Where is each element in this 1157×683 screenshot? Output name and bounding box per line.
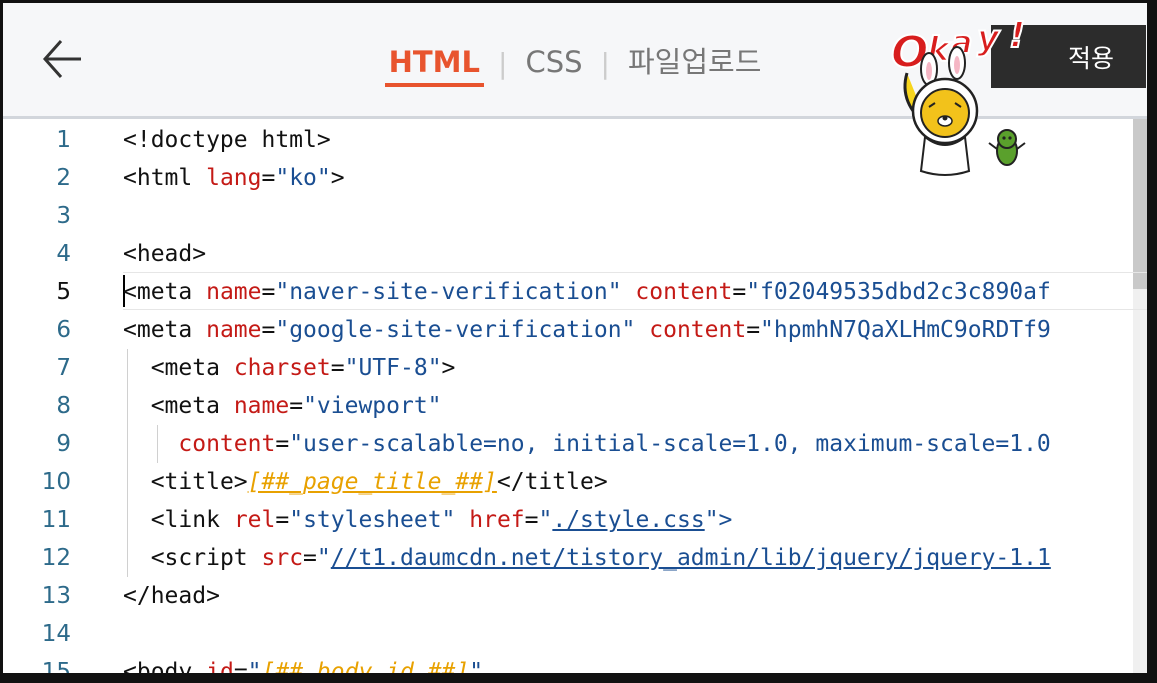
attr-token: id <box>206 659 234 683</box>
code-line-2: <html lang="ko"> <box>123 165 345 191</box>
attr-token: href <box>469 507 525 533</box>
line-number: 7 <box>56 355 71 381</box>
tag-token: > <box>330 165 345 191</box>
code-line-4: <head> <box>123 235 206 273</box>
tag-token: </title> <box>496 469 608 495</box>
code-line-12: <script src="//t1.daumcdn.net/tistory_ad… <box>150 545 1051 571</box>
attr-token: lang <box>206 165 262 191</box>
string-token: " <box>538 507 553 533</box>
tag-token: > <box>441 355 456 381</box>
line-number: 12 <box>41 545 71 571</box>
attr-token: content <box>635 279 733 305</box>
svg-text:y: y <box>977 18 1001 58</box>
tag-token: <script <box>150 545 248 571</box>
tag-token: <meta <box>150 355 220 381</box>
link-token[interactable]: ./style.css <box>552 507 704 533</box>
code-line-11: <link rel="stylesheet" href="./style.css… <box>150 507 733 533</box>
tab-file-upload[interactable]: 파일업로드 <box>624 41 765 87</box>
string-token: "UTF-8" <box>344 355 442 381</box>
string-token: "user-scalable=no, initial-scale=1.0, ma… <box>289 431 1051 457</box>
apply-button-label: 적용 <box>1067 43 1114 73</box>
code-line-7: <meta charset="UTF-8"> <box>150 355 456 381</box>
line-number: 4 <box>56 241 71 267</box>
attr-token: content <box>178 431 276 457</box>
string-token: "stylesheet" <box>289 507 456 533</box>
line-number: 9 <box>56 431 71 457</box>
string-token: "naver-site-verification" <box>275 279 622 305</box>
attr-token: charset <box>233 355 331 381</box>
attr-token: name <box>233 393 290 419</box>
code-line-6: <meta name="google-site-verification" co… <box>123 317 1051 343</box>
line-number: 5 <box>56 279 71 305</box>
okay-sticker-icon: O k a y ! <box>885 13 1045 183</box>
string-token: "> <box>704 507 733 533</box>
tag-token: <meta <box>123 317 193 343</box>
string-token: " <box>247 659 262 683</box>
editor-window: HTML | CSS | 파일업로드 적용 O k a y ! 1 2 3 4 … <box>0 0 1157 683</box>
line-number: 3 <box>56 203 71 229</box>
tab-separator: | <box>498 47 508 80</box>
string-token: " <box>469 659 484 683</box>
code-line-9: content="user-scalable=no, initial-scale… <box>178 431 1051 457</box>
attr-token: src <box>261 545 304 571</box>
line-number: 10 <box>41 469 71 495</box>
line-number: 15 <box>41 659 71 683</box>
scrollbar-thumb[interactable] <box>1133 119 1147 289</box>
svg-text:!: ! <box>1009 15 1025 56</box>
line-number: 11 <box>41 507 71 533</box>
doctype-token: <!doctype html> <box>123 127 331 153</box>
line-number: 14 <box>41 621 71 647</box>
tab-separator: | <box>600 47 610 80</box>
template-token: [##_body_id_##] <box>261 659 470 683</box>
line-number: 6 <box>56 317 71 343</box>
attr-token: content <box>649 317 747 343</box>
tab-html[interactable]: HTML <box>384 41 485 87</box>
tag-token: <meta <box>123 279 193 305</box>
string-token: "viewport" <box>303 393 442 419</box>
code-line-15: <body id="[##_body_id_##]" <box>123 659 484 683</box>
attr-token: name <box>206 317 262 343</box>
string-token: "hpmhN7QaXLHmC9oRDTf9 <box>760 317 1051 343</box>
tag-token: <head> <box>123 241 207 267</box>
tag-token: </head> <box>123 583 220 609</box>
vertical-scrollbar[interactable] <box>1133 119 1147 673</box>
tag-token: <link <box>150 507 220 533</box>
tag-token: <title> <box>150 469 248 495</box>
string-token: "f02049535dbd2c3c890af <box>746 279 1051 305</box>
string-token: "ko" <box>275 165 331 191</box>
tag-token: <html <box>123 165 193 191</box>
attr-token: rel <box>233 507 276 533</box>
line-number: 13 <box>41 583 71 609</box>
link-token[interactable]: //t1.daumcdn.net/tistory_admin/lib/jquer… <box>331 545 1051 571</box>
tag-token: <meta <box>150 393 220 419</box>
code-line-5: <meta name="naver-site-verification" con… <box>123 279 1051 305</box>
code-line-10: <title>[##_page_title_##]</title> <box>123 463 608 501</box>
string-token: "google-site-verification" <box>275 317 636 343</box>
tag-token: <body <box>123 659 193 683</box>
tab-css[interactable]: CSS <box>521 41 586 87</box>
code-line-8: <meta name="viewport" <box>150 393 442 419</box>
code-line-1: <!doctype html> <box>123 121 331 159</box>
code-editor[interactable]: 1 2 3 4 5 6 7 8 9 10 11 12 13 14 15 <!doctype html> <h… <box>3 119 1147 673</box>
attr-token: name <box>206 279 262 305</box>
line-number: 2 <box>56 165 71 191</box>
line-number: 1 <box>56 127 71 153</box>
string-token: " <box>316 545 331 571</box>
code-line-13: </head> <box>123 577 220 615</box>
line-number: 8 <box>56 393 71 419</box>
template-token: [##_page_title_##] <box>247 469 497 495</box>
